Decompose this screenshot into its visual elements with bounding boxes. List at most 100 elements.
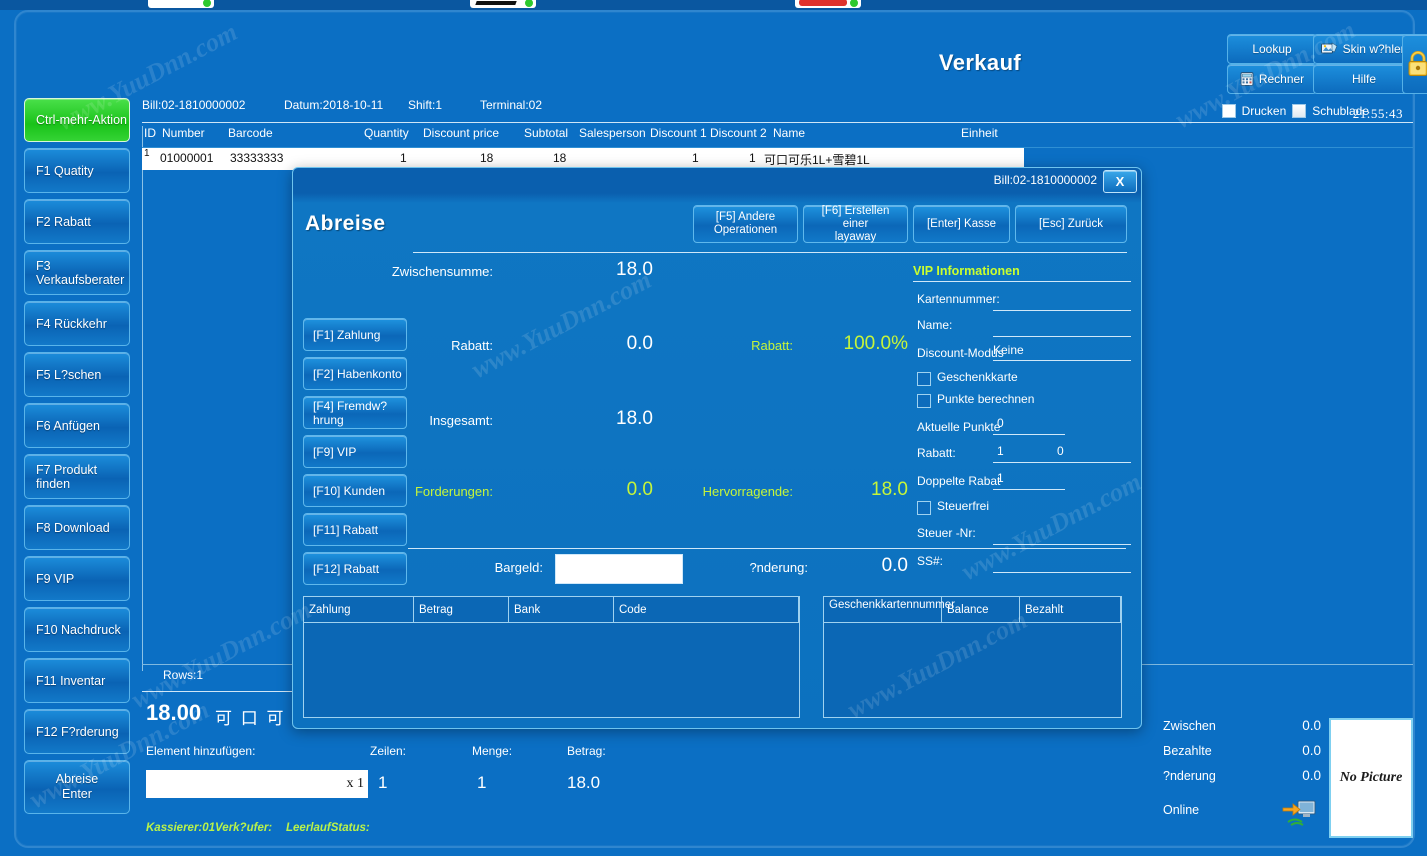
close-label: X: [1115, 174, 1125, 189]
vip-taxfree-checkbox[interactable]: [917, 501, 931, 515]
change-value: 0.0: [881, 555, 908, 576]
vip-card-number-underline: [993, 310, 1131, 311]
row-discount1: 1: [692, 151, 699, 165]
sidebar-item-f5[interactable]: F5 L?schen: [24, 352, 130, 397]
dialog-side-button-f11[interactable]: [F11] Rabatt: [303, 513, 407, 546]
side-label-f9: [F9] VIP: [313, 444, 357, 459]
giftcards-table-header: Geschenkkartennummer Balance Bezahlt: [824, 597, 1121, 623]
row-discount2: 1: [749, 151, 756, 165]
calculator-icon: [1240, 72, 1254, 86]
hilfe-button[interactable]: Hilfe: [1313, 64, 1415, 94]
add-item-multiplier: x 1: [346, 776, 365, 791]
row-id: 1: [144, 148, 150, 159]
receivable-label: Forderungen:: [414, 484, 493, 499]
vip-current-points-value: 0: [997, 416, 1004, 430]
hilfe-button-label: Hilfe: [1351, 72, 1376, 86]
sidebar-item-f3[interactable]: F3 Verkaufsberater: [24, 250, 130, 295]
sidebar-label-f3: F3 Verkaufsberater: [36, 258, 125, 287]
f6-line2: layaway: [834, 230, 877, 243]
vip-ss-underline: [993, 572, 1131, 573]
cash-input[interactable]: [555, 554, 683, 584]
skin-button[interactable]: Skin w?hlen: [1313, 34, 1415, 64]
sidebar-item-f8[interactable]: F8 Download: [24, 505, 130, 550]
right-total-label-0: Zwischen: [1163, 719, 1216, 733]
sidebar-item-abreise[interactable]: Abreise Enter: [24, 760, 130, 814]
vip-giftcard-label: Geschenkkarte: [937, 370, 1018, 384]
sidebar-item-f2[interactable]: F2 Rabatt: [24, 199, 130, 244]
right-total-label-2: ?nderung: [1163, 769, 1216, 783]
sidebar-label-abreise-line1: Abreise: [55, 772, 99, 786]
giftcards-col-balance: Balance: [942, 597, 1020, 622]
payments-table-header: Zahlung Betrag Bank Code: [304, 597, 799, 623]
sidebar-label-f8: F8 Download: [36, 520, 110, 535]
dialog-button-esc-zurueck[interactable]: [Esc] Zurück: [1015, 205, 1127, 243]
vip-taxfree-label: Steuerfrei: [937, 499, 990, 513]
close-icon[interactable]: X: [1103, 170, 1137, 193]
betrag-value: 18.0: [567, 773, 601, 792]
sidebar-item-f9[interactable]: F9 VIP: [24, 556, 130, 601]
right-total-value-0: 0.0: [1302, 718, 1321, 733]
taskbar-icon-2: [470, 0, 536, 8]
page-title: Verkauf: [938, 50, 1022, 75]
lookup-button-label: Lookup: [1252, 42, 1292, 56]
rechner-button[interactable]: Rechner: [1227, 64, 1317, 94]
vip-giftcard-checkbox[interactable]: [917, 372, 931, 386]
menge-value: 1: [477, 773, 487, 792]
subtotal-value: 18.0: [616, 259, 653, 280]
vip-discount-mode-underline: [993, 360, 1131, 361]
dialog-header-divider: [413, 252, 1127, 253]
bill-number: Bill:02-1810000002: [142, 98, 246, 112]
online-status-icon: [1282, 798, 1318, 828]
vip-points-checkbox[interactable]: [917, 394, 931, 408]
row-name: 可口可乐1L+雪碧1L: [764, 153, 870, 167]
dialog-button-f6-layaway[interactable]: [F6] Erstellen einer layaway: [803, 205, 908, 243]
rows-count-divider: [142, 691, 294, 692]
dialog-button-enter-kasse[interactable]: [Enter] Kasse: [913, 205, 1010, 243]
sidebar-item-f4[interactable]: F4 Rückkehr: [24, 301, 130, 346]
idle-status: LeerlaufStatus:: [286, 822, 370, 834]
items-grid-header: ID Number Barcode Quantity Discount pric…: [142, 126, 1413, 146]
sidebar-label-f12: F12 F?rderung: [36, 724, 119, 739]
application-root: Verkauf Lookup Rechner Skin w?hlen Hilfe…: [0, 0, 1427, 856]
sidebar-item-f10[interactable]: F10 Nachdruck: [24, 607, 130, 652]
menge-label: Menge:: [472, 744, 513, 758]
bill-info-row: Bill:02-1810000002 Datum:2018-10-11 Shif…: [142, 98, 1413, 120]
dialog-side-button-f1[interactable]: [F1] Zahlung: [303, 318, 407, 351]
lookup-button[interactable]: Lookup: [1227, 34, 1317, 64]
side-label-f12: [F12] Rabatt: [313, 561, 380, 576]
lock-system-button[interactable]: ick-Syste: [1402, 34, 1427, 94]
col-discount2: Discount 2: [710, 126, 767, 140]
sidebar-item-f12[interactable]: F12 F?rderung: [24, 709, 130, 754]
vip-double-discount-underline: [993, 489, 1065, 490]
lock-icon: [1406, 50, 1427, 78]
sidebar-label-ctrl-mehr-aktion: Ctrl-mehr-Aktion: [36, 113, 127, 127]
taskbar-icon-1: [148, 0, 214, 8]
col-salesperson: Salesperson: [579, 126, 646, 140]
bill-date: Datum:2018-10-11: [284, 98, 384, 112]
sidebar-item-f7[interactable]: F7 Produkt finden: [24, 454, 130, 499]
vip-tax-no-label: Steuer -Nr:: [917, 526, 976, 540]
top-icon-strip: [0, 0, 1427, 10]
add-item-label: Element hinzufügen:: [146, 744, 256, 758]
sidebar-item-f1[interactable]: F1 Quatity: [24, 148, 130, 193]
no-picture-label: No Picture: [1339, 770, 1403, 785]
vip-double-discount-value: 1: [997, 471, 1004, 485]
col-number: Number: [162, 126, 205, 140]
right-total-value-1: 0.0: [1302, 743, 1321, 758]
sidebar-item-f6[interactable]: F6 Anfügen: [24, 403, 130, 448]
grand-total-item-name: 可 口 可: [215, 709, 286, 728]
dialog-side-button-f2[interactable]: [F2] Habenkonto: [303, 357, 407, 390]
sidebar-label-f9: F9 VIP: [36, 571, 75, 586]
sidebar-label-f10: F10 Nachdruck: [36, 622, 121, 637]
dialog-side-button-f9[interactable]: [F9] VIP: [303, 435, 407, 468]
sidebar-item-ctrl-mehr-aktion[interactable]: Ctrl-mehr-Aktion: [24, 98, 130, 142]
add-item-input[interactable]: x 1: [146, 770, 368, 798]
sidebar-item-f11[interactable]: F11 Inventar: [24, 658, 130, 703]
dialog-side-button-f12[interactable]: [F12] Rabatt: [303, 552, 407, 585]
payments-table[interactable]: Zahlung Betrag Bank Code: [303, 596, 800, 718]
betrag-label: Betrag:: [567, 744, 606, 758]
skin-icon: [1320, 42, 1338, 56]
right-total-value-2: 0.0: [1302, 768, 1321, 783]
giftcards-table[interactable]: Geschenkkartennummer Balance Bezahlt: [823, 596, 1122, 718]
dialog-button-f5-andere-operationen[interactable]: [F5] Andere Operationen: [693, 205, 798, 243]
